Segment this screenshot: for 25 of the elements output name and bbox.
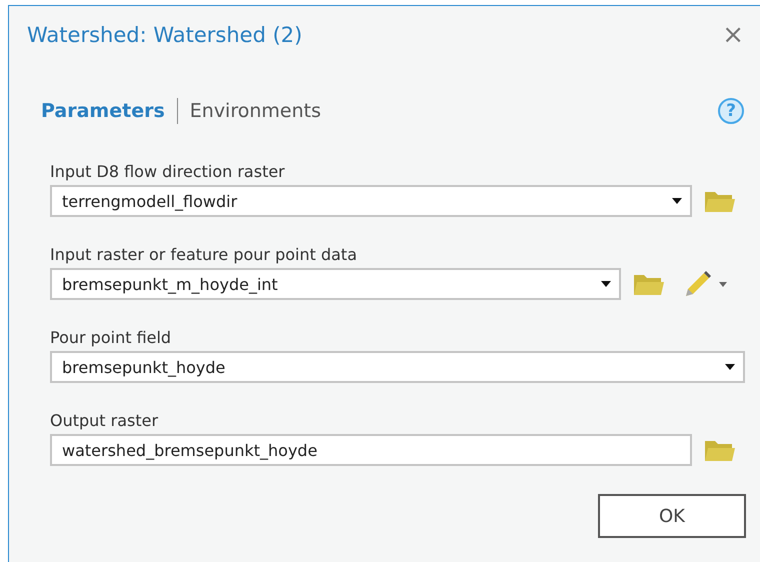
parameter-label: Input D8 flow direction raster	[50, 162, 286, 181]
parameter-label: Output raster	[50, 411, 160, 430]
tab[interactable]: Parameters	[33, 100, 173, 122]
dropdown-field[interactable]: terrengmodell_flowdir	[50, 185, 692, 217]
close-button[interactable]: ×	[716, 20, 750, 50]
input-field[interactable]: watershed_bremsepunkt_hoyde	[50, 434, 692, 466]
pencil-icon	[683, 270, 713, 298]
browse-button[interactable]	[704, 438, 736, 462]
browse-button[interactable]	[704, 189, 736, 213]
folder-icon	[704, 189, 736, 213]
caret-icon	[601, 281, 611, 287]
caret-icon	[725, 364, 735, 370]
folder-icon	[633, 272, 665, 296]
dropdown-field[interactable]: bremsepunkt_hoyde	[50, 351, 745, 383]
window-title: Watershed: Watershed (2)	[27, 23, 302, 47]
caret-icon	[719, 282, 727, 286]
ok-button[interactable]: OK	[598, 494, 746, 538]
folder-icon	[704, 438, 736, 462]
sketch-button[interactable]	[683, 270, 727, 298]
parameter-label: Pour point field	[50, 328, 172, 347]
tab[interactable]: Environments	[182, 100, 329, 122]
dropdown-field[interactable]: bremsepunkt_m_hoyde_int	[50, 268, 621, 300]
parameter-label: Input raster or feature pour point data	[50, 245, 358, 264]
caret-icon	[672, 198, 682, 204]
browse-button[interactable]	[633, 272, 665, 296]
